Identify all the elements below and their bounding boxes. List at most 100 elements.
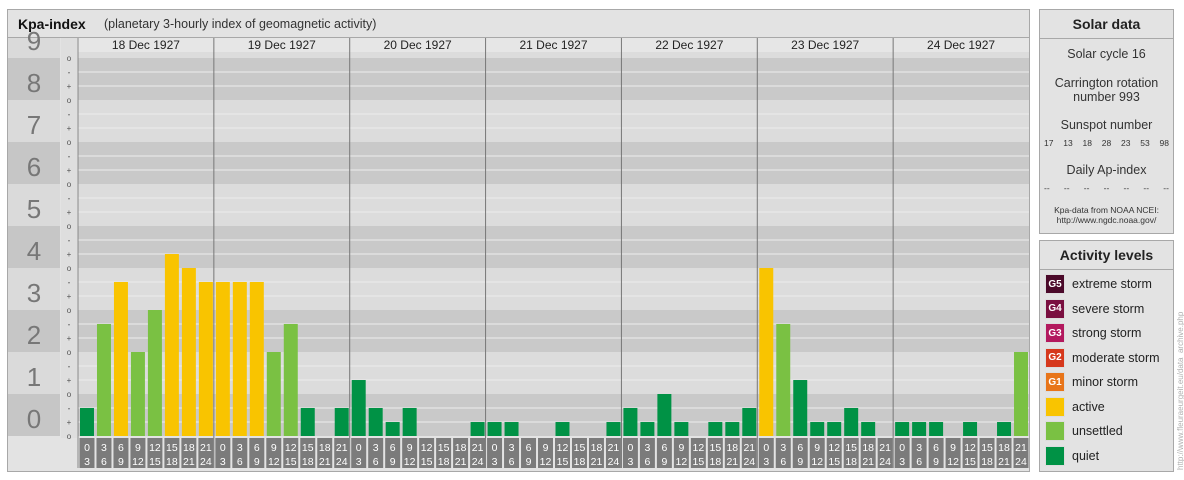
interval-start-label: 18	[319, 442, 331, 454]
legend-label: strong storm	[1072, 326, 1142, 340]
interval-start-label: 15	[709, 442, 721, 454]
legend-item-unsettled: unsettled	[1045, 421, 1123, 441]
interval-end-label: 12	[132, 456, 144, 468]
minor-tick-label: o	[67, 432, 72, 441]
interval-start-label: 18	[998, 442, 1010, 454]
kp-bar	[385, 422, 400, 436]
interval-end-label: 15	[285, 456, 297, 468]
interval-end-label: 12	[268, 456, 280, 468]
interval-start-label: 6	[933, 442, 939, 454]
kp-bar	[844, 407, 859, 436]
data-source-link[interactable]: http://www.ngdc.noaa.gov/	[1040, 215, 1173, 226]
solar-data-header: Solar data	[1040, 10, 1173, 39]
ap-index-title: Daily Ap-index	[1066, 163, 1147, 177]
interval-start-label: 15	[438, 442, 450, 454]
ap-value: --	[1163, 183, 1169, 193]
interval-start-label: 21	[472, 442, 484, 454]
minor-tick-label: -	[68, 236, 71, 245]
kp-bar	[1014, 352, 1028, 436]
interval-start-label: 3	[373, 442, 379, 454]
interval-end-label: 15	[828, 456, 840, 468]
interval-start-label: 6	[254, 442, 260, 454]
interval-end-label: 21	[862, 456, 874, 468]
interval-start-label: 6	[390, 442, 396, 454]
interval-end-label: 21	[591, 456, 603, 468]
sunspot-value: 98	[1159, 138, 1169, 148]
kp-bar	[708, 422, 723, 436]
legend-item-g5: G5 extreme storm	[1045, 274, 1152, 294]
minor-tick-label: -	[68, 278, 71, 287]
minor-tick-label: -	[68, 404, 71, 413]
g3-badge: G3	[1045, 323, 1065, 343]
y-axis-label: 3	[27, 278, 41, 308]
kp-bar	[300, 407, 315, 436]
day-label: 22 Dec 1927	[655, 38, 723, 52]
interval-start-label: 6	[797, 442, 803, 454]
active-swatch	[1045, 396, 1065, 417]
sunspot-value: 23	[1121, 138, 1131, 148]
interval-end-label: 12	[404, 456, 416, 468]
activity-levels-title: Activity levels	[1059, 247, 1154, 263]
interval-end-label: 12	[676, 456, 688, 468]
kp-bar	[487, 422, 502, 436]
interval-start-label: 21	[200, 442, 212, 454]
kp-bar	[725, 422, 740, 436]
interval-end-label: 12	[947, 456, 959, 468]
quiet-swatch	[1045, 445, 1065, 466]
interval-start-label: 12	[421, 442, 433, 454]
legend-label: quiet	[1072, 448, 1100, 463]
minor-tick-label: o	[67, 54, 72, 63]
sunspot-values: 17 13 18 28 23 53 98	[1044, 138, 1169, 148]
minor-tick-label: +	[67, 166, 72, 175]
interval-end-label: 6	[780, 456, 786, 468]
interval-end-label: 24	[608, 456, 620, 468]
legend-label: unsettled	[1072, 424, 1123, 438]
sunspot-title: Sunspot number	[1060, 118, 1153, 132]
legend-label: extreme storm	[1072, 277, 1152, 291]
y-axis-label: 6	[27, 152, 41, 182]
interval-start-label: 18	[862, 442, 874, 454]
kp-bar	[232, 281, 247, 436]
interval-end-label: 6	[509, 456, 515, 468]
interval-end-label: 9	[254, 456, 260, 468]
interval-end-label: 3	[356, 456, 362, 468]
interval-start-label: 9	[950, 442, 956, 454]
minor-tick-label: o	[67, 264, 72, 273]
kp-bar	[147, 310, 162, 436]
day-label: 24 Dec 1927	[927, 38, 995, 52]
interval-start-label: 3	[644, 442, 650, 454]
interval-start-label: 18	[455, 442, 467, 454]
kp-bar	[181, 268, 196, 436]
sunspot-value: 18	[1082, 138, 1092, 148]
y-axis-label: 5	[27, 194, 41, 224]
interval-end-label: 6	[644, 456, 650, 468]
y-axis-label: 8	[27, 68, 41, 98]
interval-start-label: 3	[509, 442, 515, 454]
interval-start-label: 15	[302, 442, 314, 454]
interval-end-label: 21	[455, 456, 467, 468]
interval-start-label: 15	[166, 442, 178, 454]
kp-band	[78, 226, 1029, 268]
ap-value: --	[1083, 183, 1090, 193]
minor-tick-label: o	[67, 96, 72, 105]
interval-start-label: 3	[101, 442, 107, 454]
y-axis-label: 2	[27, 320, 41, 350]
interval-start-label: 12	[828, 442, 840, 454]
minor-tick-label: o	[67, 180, 72, 189]
kp-bar	[266, 352, 281, 436]
interval-start-label: 9	[271, 442, 277, 454]
minor-tick-label: o	[67, 348, 72, 357]
interval-end-label: 21	[726, 456, 738, 468]
kp-bar	[963, 422, 978, 436]
interval-start-label: 18	[591, 442, 603, 454]
interval-start-label: 21	[743, 442, 755, 454]
interval-end-label: 18	[166, 456, 178, 468]
legend-label: moderate storm	[1072, 350, 1160, 365]
kp-bar	[623, 407, 638, 436]
interval-end-label: 9	[933, 456, 939, 468]
interval-end-label: 6	[237, 456, 243, 468]
unsettled-swatch	[1045, 421, 1065, 441]
kp-bar	[674, 422, 689, 436]
interval-start-label: 9	[543, 442, 549, 454]
minor-tick-label: +	[67, 418, 72, 427]
